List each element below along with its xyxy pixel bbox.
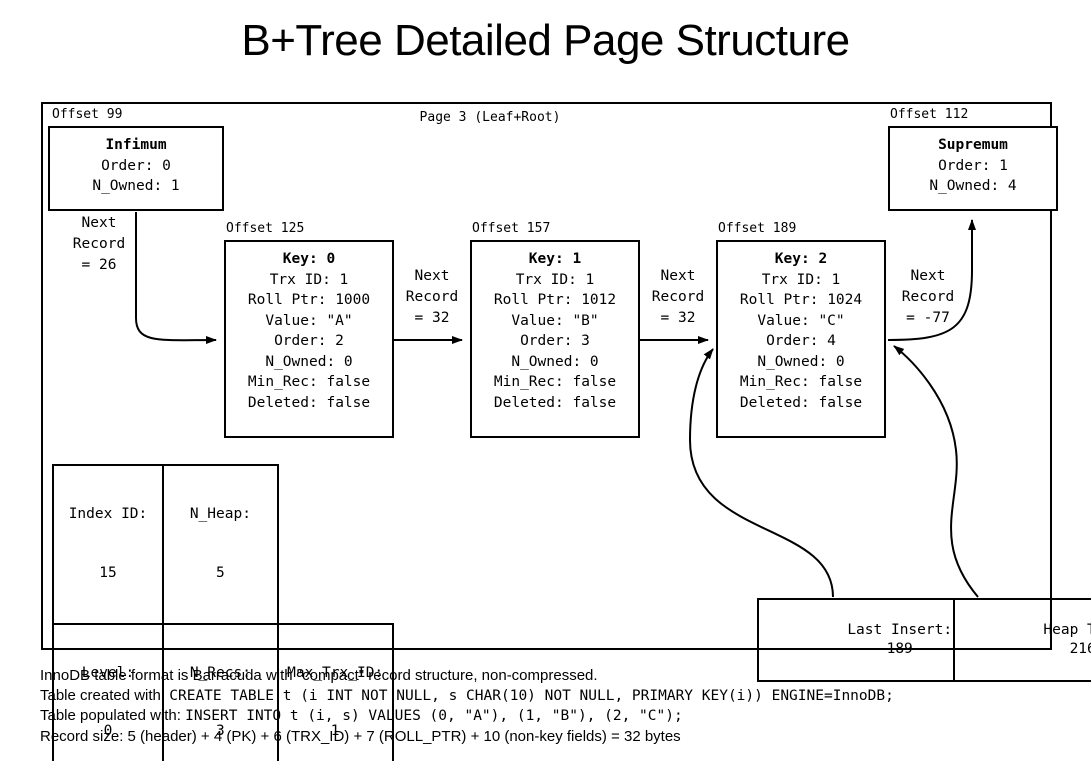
node-supremum-row-1: N_Owned: 4 [929,178,1017,195]
meta-value: 5 [216,564,225,581]
node-supremum-row-0: Order: 1 [938,157,1008,174]
node-record-2[interactable]: Key: 2 Trx ID: 1 Roll Ptr: 1024 Value: "… [716,240,886,438]
page-title: B+Tree Detailed Page Structure [241,16,850,65]
footer-line-1: InnoDB table format is Barracuda with "c… [40,667,598,684]
node-record-1-row-5: Min_Rec: false [493,374,617,391]
node-record-0-row-4: N_Owned: 0 [265,353,353,370]
box-value: 189 [886,641,913,658]
edge-label-rec1-to-rec2: Next Record = 32 [651,268,705,327]
table-row: Index ID: 15 N_Heap: 5 [52,464,517,625]
footer-line-3-code: INSERT INTO t (i, s) VALUES (0, "A"), (1… [185,708,683,724]
page-frame-label: Page 3 (Leaf+Root) [419,110,561,125]
offset-label-infimum: Offset 99 [52,107,123,122]
node-record-0-row-0: Trx ID: 1 [269,271,349,288]
footer-line-2: Table created with: CREATE TABLE t (i IN… [40,686,1085,707]
footer-line-3-prefix: Table populated with: [40,707,186,724]
node-record-0-row-5: Min_Rec: false [247,374,371,391]
edge-label-rec0-to-rec1: Next Record = 32 [405,268,459,327]
node-record-0-header: Key: 0 [282,251,336,267]
offset-label-rec0: Offset 125 [226,221,305,236]
node-record-2-row-1: Roll Ptr: 1024 [739,292,863,309]
diagram-canvas: B+Tree Detailed Page Structure Page 3 (L… [0,0,1091,761]
node-record-1-header: Key: 1 [528,251,582,267]
edge-label-rec2-to-supremum: Next Record = -77 [901,268,955,327]
node-record-2-row-4: N_Owned: 0 [757,353,845,370]
footer-notes: InnoDB table format is Barracuda with "c… [40,666,1085,746]
node-infimum-row-1: N_Owned: 1 [92,178,180,195]
node-record-2-row-2: Value: "C" [757,312,845,329]
node-infimum-header: Infimum [105,137,167,153]
footer-line-2-prefix: Table created with: [40,686,170,704]
node-record-1-row-0: Trx ID: 1 [515,271,595,288]
node-record-0-row-6: Deleted: false [247,395,371,412]
node-record-1[interactable]: Key: 1 Trx ID: 1 Roll Ptr: 1012 Value: "… [470,240,640,438]
meta-key: Index ID: [68,506,148,523]
offset-label-supremum: Offset 112 [890,107,969,122]
node-record-2-row-0: Trx ID: 1 [761,271,841,288]
footer-line-2-code: CREATE TABLE t (i INT NOT NULL, s CHAR(1… [169,687,894,704]
node-record-2-row-6: Deleted: false [739,395,863,412]
edge-label-infimum-to-rec0: Next Record = 26 [72,215,126,274]
meta-cell-n-heap: N_Heap: 5 [162,464,279,625]
footer-line-4: Record size: 5 (header) + 4 (PK) + 6 (TR… [40,727,681,745]
box-key: Last Insert: [847,621,953,638]
node-record-0-row-2: Value: "A" [265,312,353,329]
box-value: 216 [1069,641,1091,658]
node-record-0[interactable]: Key: 0 Trx ID: 1 Roll Ptr: 1000 Value: "… [224,240,394,438]
box-key: Heap Top: [1043,621,1091,638]
node-record-0-row-3: Order: 2 [274,333,344,350]
node-record-1-row-3: Order: 3 [520,333,590,350]
node-supremum[interactable]: Supremum Order: 1 N_Owned: 4 [888,126,1058,211]
node-infimum-row-0: Order: 0 [101,157,171,174]
meta-key: N_Heap: [189,506,251,523]
node-record-2-header: Key: 2 [774,251,828,267]
offset-label-rec1: Offset 157 [472,221,551,236]
node-record-0-row-1: Roll Ptr: 1000 [247,292,371,309]
meta-value: 15 [99,564,117,581]
offset-label-rec2: Offset 189 [718,221,797,236]
meta-cell-blank [393,465,517,624]
meta-cell-index-id: Index ID: 15 [52,464,164,625]
node-record-1-row-4: N_Owned: 0 [511,353,599,370]
node-record-1-row-6: Deleted: false [493,395,617,412]
footer-line-3: Table populated with: INSERT INTO t (i, … [40,706,1085,727]
node-supremum-header: Supremum [938,137,1008,153]
node-record-2-row-3: Order: 4 [766,333,836,350]
node-record-1-row-2: Value: "B" [511,312,599,329]
node-record-2-row-5: Min_Rec: false [739,374,863,391]
node-record-1-row-1: Roll Ptr: 1012 [493,292,617,309]
node-infimum[interactable]: Infimum Order: 0 N_Owned: 1 [48,126,224,211]
meta-cell-blank [278,465,393,624]
